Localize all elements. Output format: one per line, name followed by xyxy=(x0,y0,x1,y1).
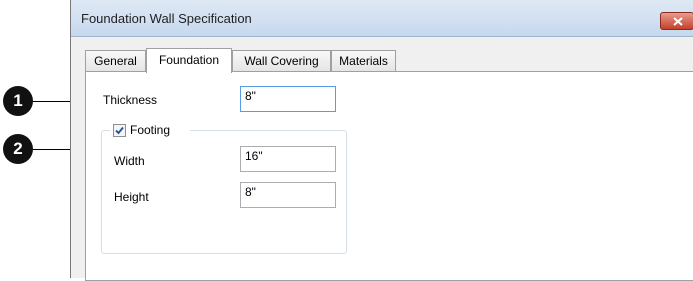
callout-2: 2 xyxy=(3,134,33,164)
title-bar[interactable]: Foundation Wall Specification xyxy=(71,0,693,37)
footing-height-field[interactable]: 8" xyxy=(240,182,336,208)
tab-materials[interactable]: Materials xyxy=(331,50,396,71)
close-icon xyxy=(673,17,683,26)
footing-checkbox[interactable] xyxy=(113,124,126,137)
checkmark-icon xyxy=(115,126,124,135)
tab-general[interactable]: General xyxy=(85,50,146,71)
footing-legend: Footing xyxy=(110,122,190,138)
tab-wall-covering[interactable]: Wall Covering xyxy=(232,50,331,71)
tab-foundation[interactable]: Foundation xyxy=(146,48,232,73)
thickness-field[interactable]: 8" xyxy=(240,86,336,112)
window-title: Foundation Wall Specification xyxy=(81,11,252,26)
thickness-label: Thickness xyxy=(103,93,158,107)
footing-width-label: Width xyxy=(114,154,145,168)
callout-1: 1 xyxy=(3,86,33,116)
close-button[interactable] xyxy=(660,12,693,30)
footing-label: Footing xyxy=(130,123,171,137)
footing-width-field[interactable]: 16" xyxy=(240,146,336,172)
footing-height-label: Height xyxy=(114,190,149,204)
